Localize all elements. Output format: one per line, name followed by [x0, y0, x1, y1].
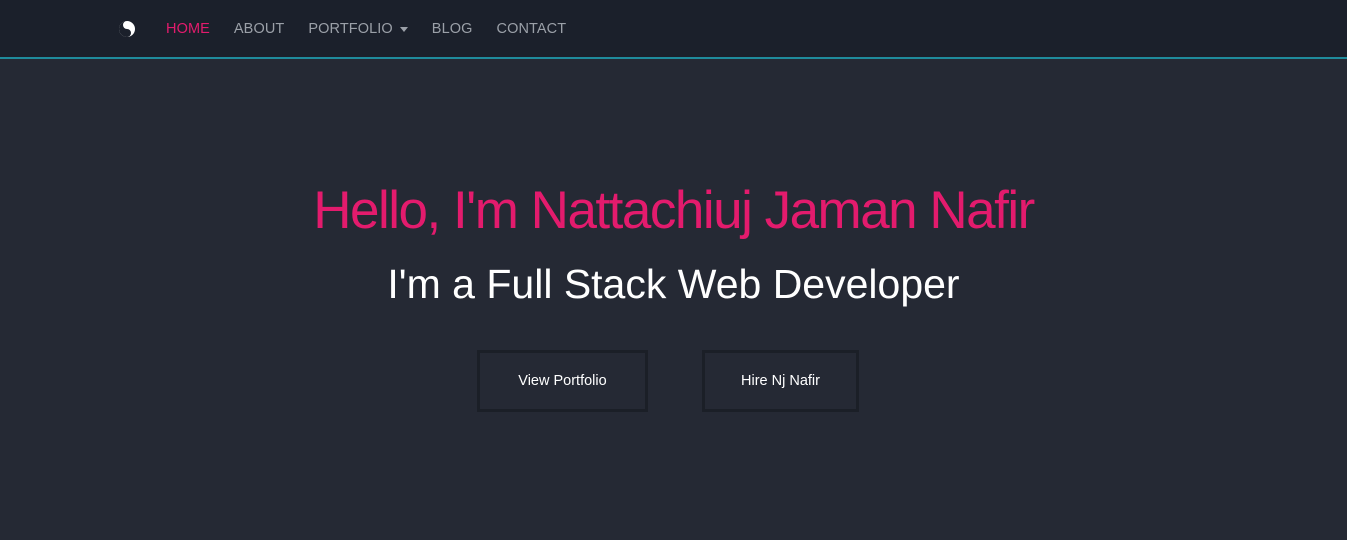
- nav-item-label: HOME: [166, 20, 210, 37]
- nav-item-about[interactable]: ABOUT: [234, 21, 284, 37]
- nav-item-label: CONTACT: [496, 20, 567, 37]
- caret-down-icon: [399, 26, 408, 32]
- nav-item-label: PORTFOLIO: [308, 20, 393, 37]
- nav-item-home[interactable]: HOME: [166, 21, 210, 37]
- hero-subtitle: I'm a Full Stack Web Developer: [387, 261, 960, 307]
- navbar: HOME ABOUT PORTFOLIO BLOG CONTACT: [0, 0, 1347, 59]
- nav-item-contact[interactable]: CONTACT: [497, 21, 567, 37]
- nav-item-label: BLOG: [431, 20, 473, 37]
- hire-button[interactable]: Hire Nj Nafir: [702, 350, 859, 412]
- hero-title: Hello, I'm Nattachiuj Jaman Nafir: [313, 181, 1035, 240]
- hero-section: Hello, I'm Nattachiuj Jaman Nafir I'm a …: [0, 59, 1347, 540]
- nav-menu: HOME ABOUT PORTFOLIO BLOG CONTACT: [118, 0, 590, 57]
- view-portfolio-button[interactable]: View Portfolio: [477, 350, 648, 412]
- nav-item-blog[interactable]: BLOG: [432, 21, 473, 37]
- nav-item-label: ABOUT: [233, 20, 285, 37]
- nav-item-portfolio[interactable]: PORTFOLIO: [308, 20, 408, 37]
- logo-icon[interactable]: [118, 20, 136, 38]
